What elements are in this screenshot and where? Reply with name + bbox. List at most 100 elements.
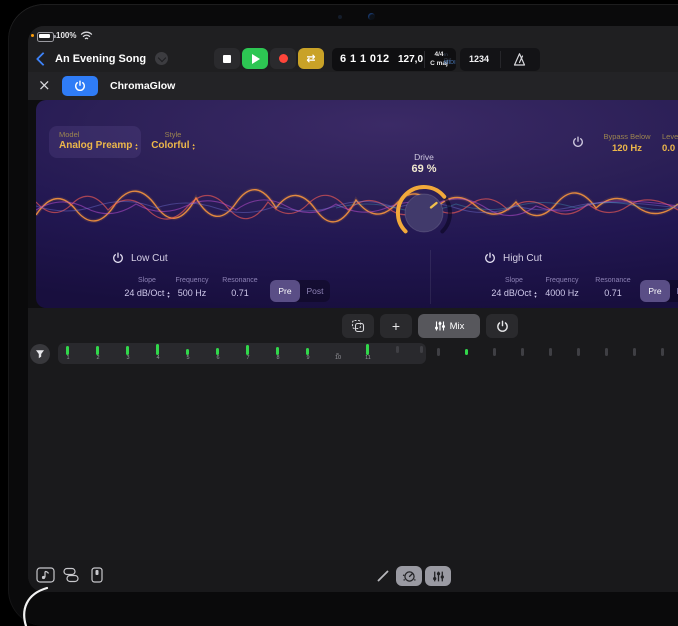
- chromaglow-panel: Model Analog Preamp▴▾ Style Colorful▴▾ D…: [36, 100, 678, 308]
- nav-meter-number: 1: [57, 355, 79, 361]
- stop-icon: [223, 55, 231, 63]
- model-select[interactable]: Model Analog Preamp▴▾: [49, 126, 141, 158]
- highcut-prepost-toggle: Pre Post: [640, 280, 678, 302]
- model-label: Model: [59, 130, 79, 139]
- bypass-power-icon[interactable]: [572, 136, 584, 148]
- cycle-button[interactable]: ⇄: [298, 48, 324, 69]
- mix-sliders-icon: [434, 320, 446, 332]
- wifi-icon: [80, 30, 93, 41]
- pre-button[interactable]: Pre: [640, 280, 670, 302]
- post-button[interactable]: Post: [670, 280, 678, 302]
- lowcut-power-icon[interactable]: [112, 252, 124, 264]
- nav-meter-number: 3: [117, 355, 139, 361]
- filter-button[interactable]: [30, 344, 50, 364]
- plugin-name: ChromaGlow: [110, 80, 175, 92]
- nav-tick: [465, 349, 468, 355]
- nav-meter: [306, 348, 309, 355]
- hand-outline: [20, 584, 52, 626]
- count-in-button[interactable]: 1234: [469, 54, 489, 64]
- play-button[interactable]: [242, 48, 268, 69]
- nav-tick: [577, 348, 580, 356]
- nav-tick: [396, 346, 399, 353]
- nav-meter: [126, 346, 129, 355]
- drive-value: 69 %: [376, 163, 472, 175]
- mixer-section: + Mix 1234567891011 0,0-9,3 061218243545…: [28, 308, 678, 592]
- lowcut-title: Low Cut: [131, 253, 168, 264]
- style-value: Colorful▴▾: [138, 140, 208, 152]
- mixer-power-button[interactable]: [486, 314, 518, 338]
- privacy-indicator-dot: [31, 34, 34, 37]
- highcut-res-value[interactable]: 0.71: [582, 288, 644, 298]
- duplicate-button[interactable]: [342, 314, 374, 338]
- nav-tick: [420, 346, 423, 353]
- drive-knob[interactable]: [389, 178, 459, 248]
- nav-meter-number: 7: [237, 355, 259, 361]
- nav-tick: [521, 348, 524, 356]
- mixer-navigator-viewport[interactable]: 1234567891011: [58, 343, 426, 364]
- smart-controls-button[interactable]: [396, 566, 422, 586]
- level-value[interactable]: 0.0: [662, 143, 678, 154]
- add-track-button[interactable]: +: [380, 314, 412, 338]
- updown-chevron-icon: ▴▾: [193, 144, 195, 152]
- level-label: Leve: [662, 132, 678, 141]
- power-icon: [496, 320, 509, 333]
- lcd-display[interactable]: 6 1 1 012 127,0 4/4 C maj In Out MIDI: [332, 48, 456, 71]
- playhead-position: 6 1 1 012: [340, 53, 389, 65]
- nav-meter-number: 9: [297, 355, 319, 361]
- post-button[interactable]: Post: [300, 280, 330, 302]
- nav-meter: [276, 347, 279, 355]
- drive-label: Drive: [376, 152, 472, 162]
- power-icon: [74, 80, 86, 92]
- mixer-view-button[interactable]: [425, 566, 451, 586]
- nav-meter: [246, 345, 249, 355]
- knob-icon: [402, 569, 417, 584]
- camera-sensor: [368, 13, 375, 20]
- highcut-title: High Cut: [503, 253, 542, 264]
- bypass-label: Bypass Below: [587, 132, 667, 141]
- mix-view-button[interactable]: Mix: [418, 314, 480, 338]
- midi-label: MIDI: [444, 60, 456, 66]
- lowcut-res-value[interactable]: 0.71: [204, 288, 276, 298]
- screen: 100% An Evening Song ⇄ 6 1 1 012: [28, 26, 678, 592]
- nav-tick: [633, 348, 636, 356]
- faders-icon: [432, 570, 445, 583]
- loops-browser-button[interactable]: [36, 566, 58, 586]
- back-chevron-icon[interactable]: [36, 52, 50, 66]
- nav-tick: [605, 348, 608, 356]
- play-icon: [252, 54, 260, 64]
- nav-meter: [66, 346, 69, 355]
- nav-meter: [156, 344, 159, 355]
- plugin-power-button[interactable]: [62, 76, 98, 96]
- highcut-power-icon[interactable]: [484, 252, 496, 264]
- battery-percent: 100%: [56, 31, 76, 40]
- nav-meter-number: 4: [147, 355, 169, 361]
- song-title[interactable]: An Evening Song: [55, 53, 146, 65]
- pencil-button[interactable]: [376, 569, 390, 583]
- bypass-value[interactable]: 120 Hz: [587, 143, 667, 154]
- stop-button[interactable]: [214, 48, 240, 69]
- chevron-down-icon: [157, 54, 165, 62]
- nav-meter: [96, 346, 99, 355]
- keyboard-button[interactable]: [88, 566, 110, 586]
- nav-meter: [366, 344, 369, 355]
- song-menu-button[interactable]: [155, 52, 168, 65]
- style-select[interactable]: Style Colorful▴▾: [138, 126, 208, 158]
- nav-tick: [493, 348, 496, 356]
- record-button[interactable]: [270, 48, 296, 69]
- ipad-frame: 100% An Evening Song ⇄ 6 1 1 012: [8, 4, 678, 626]
- status-bar: 100%: [28, 26, 678, 46]
- plugins-button[interactable]: [62, 566, 84, 586]
- close-icon[interactable]: ×: [38, 76, 51, 94]
- metronome-icon[interactable]: [512, 52, 527, 67]
- bottom-toolbar: [28, 560, 678, 592]
- style-label: Style: [138, 130, 208, 139]
- nav-tick: [437, 348, 440, 356]
- tempo-value: 127,0: [398, 54, 423, 65]
- mix-label: Mix: [450, 321, 465, 332]
- nav-meter-number: 10: [327, 355, 349, 361]
- nav-meter-number: 5: [177, 355, 199, 361]
- count-in-group: 1234: [460, 48, 540, 71]
- pre-button[interactable]: Pre: [270, 280, 300, 302]
- front-camera: [338, 15, 342, 19]
- nav-meter-number: 2: [87, 355, 109, 361]
